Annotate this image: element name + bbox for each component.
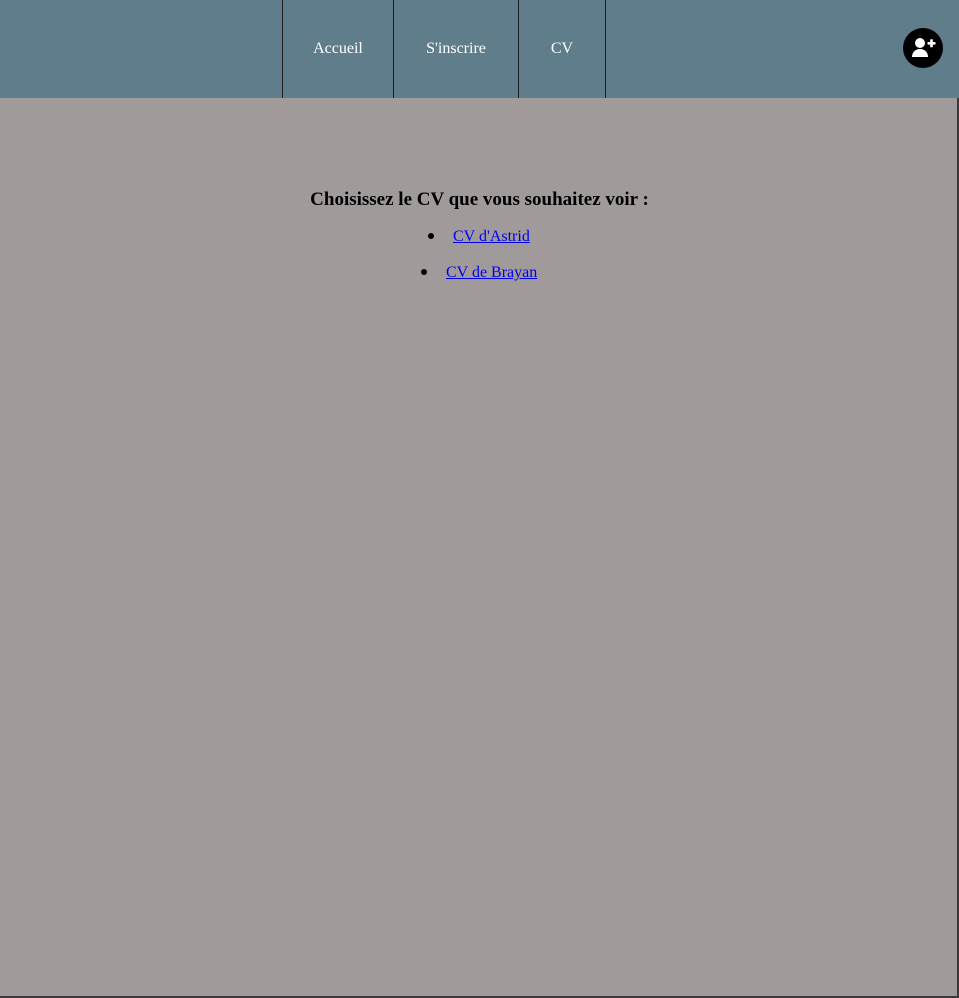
list-item-cv-brayan: CV de Brayan: [421, 263, 537, 283]
cv-link-brayan[interactable]: CV de Brayan: [446, 264, 537, 281]
nav-link-accueil[interactable]: Accueil: [313, 41, 363, 57]
nav-link-sinscrire[interactable]: S'inscrire: [426, 41, 486, 57]
nav-item-cv[interactable]: CV: [519, 0, 606, 98]
nav-link-cv[interactable]: CV: [551, 41, 573, 57]
cv-link-astrid[interactable]: CV d'Astrid: [453, 228, 530, 245]
bullet-icon: [421, 269, 427, 276]
bullet-icon: [428, 233, 434, 240]
nav-menu: Accueil S'inscrire CV: [282, 0, 606, 98]
nav-item-sinscrire[interactable]: S'inscrire: [394, 0, 519, 98]
list-item-cv-astrid: CV d'Astrid: [428, 227, 530, 247]
add-user-icon: [912, 38, 936, 57]
main-content: Choisissez le CV que vous souhaitez voir…: [0, 98, 959, 281]
page-title: Choisissez le CV que vous souhaitez voir…: [310, 189, 649, 210]
add-user-button[interactable]: [903, 28, 943, 68]
nav-item-accueil[interactable]: Accueil: [283, 0, 394, 98]
top-navigation-bar: Accueil S'inscrire CV: [0, 0, 959, 98]
